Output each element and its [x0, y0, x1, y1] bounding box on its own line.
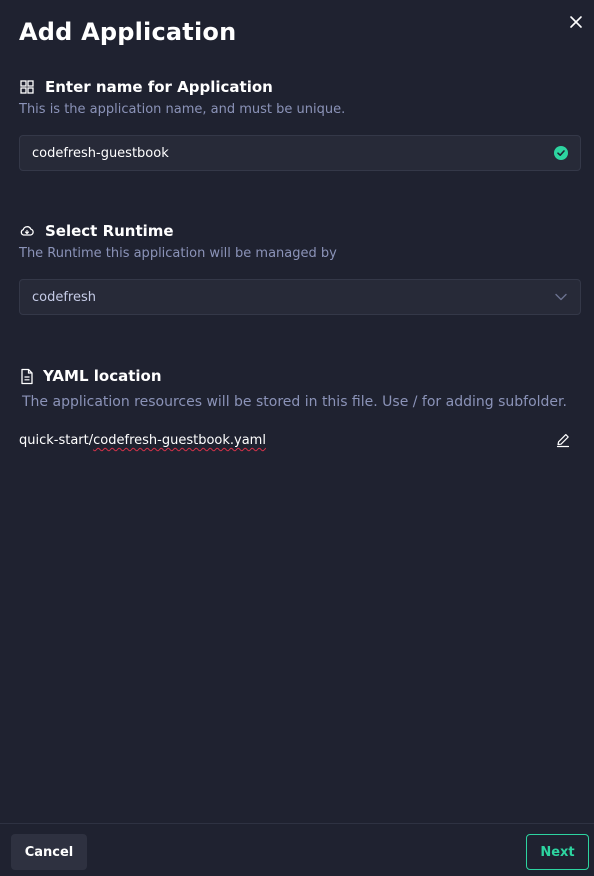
runtime-section-header: Select Runtime: [19, 222, 174, 240]
runtime-section-subtitle: The Runtime this application will be man…: [19, 246, 337, 261]
modal-title: Add Application: [19, 18, 237, 46]
check-circle-icon: [554, 146, 568, 160]
close-icon: [570, 16, 582, 28]
yaml-path-text: quick-start/codefresh-guestbook.yaml: [19, 433, 266, 448]
close-button[interactable]: [566, 12, 586, 32]
runtime-selected-value: codefresh: [32, 289, 96, 305]
name-section-subtitle: This is the application name, and must b…: [19, 102, 346, 117]
pencil-icon: [556, 434, 570, 448]
next-button[interactable]: Next: [526, 834, 589, 870]
cloud-icon: [20, 226, 34, 236]
runtime-select[interactable]: codefresh: [19, 279, 581, 315]
modal-footer: Cancel Next: [0, 823, 594, 876]
runtime-section-title: Select Runtime: [45, 222, 174, 240]
yaml-path-file: codefresh-guestbook.yaml: [93, 433, 266, 448]
edit-yaml-path-button[interactable]: [555, 432, 571, 448]
yaml-path-prefix: quick-start/: [19, 433, 94, 448]
file-icon: [21, 368, 33, 384]
application-name-field[interactable]: codefresh-guestbook: [19, 135, 581, 171]
application-name-value: codefresh-guestbook: [32, 145, 169, 161]
add-application-modal: Add Application Enter name for Applicati…: [0, 0, 594, 876]
grid-icon: [20, 80, 34, 94]
name-section-header: Enter name for Application: [19, 78, 273, 96]
yaml-section-header: YAML location: [19, 367, 162, 385]
chevron-down-icon: [555, 293, 567, 301]
yaml-section-subtitle: The application resources will be stored…: [22, 394, 567, 410]
cancel-button[interactable]: Cancel: [11, 834, 87, 870]
name-section-title: Enter name for Application: [45, 78, 273, 96]
yaml-section-title: YAML location: [43, 367, 162, 385]
